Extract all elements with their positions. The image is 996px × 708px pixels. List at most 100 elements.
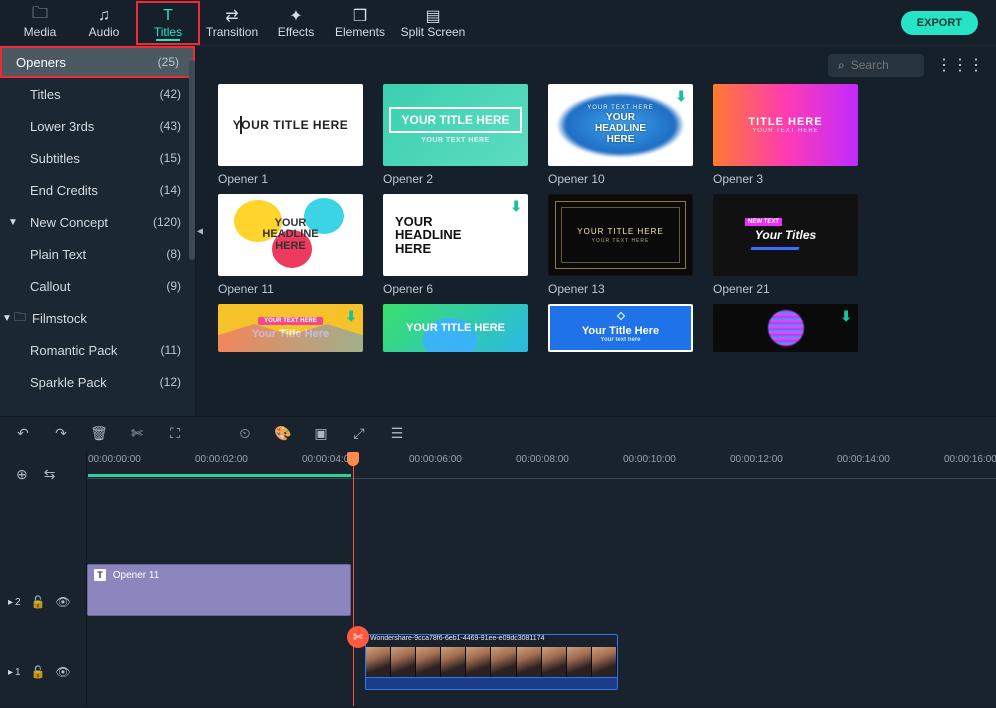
split-icon: ▤ — [425, 7, 440, 25]
sidebar-item-count: (43) — [160, 119, 181, 133]
thumbnail-grid: YOUR TITLE HERE Opener 1 YOUR TITLE HERE… — [196, 84, 996, 416]
track-header-2[interactable]: ▸2 🔓 👁 — [0, 582, 86, 622]
sidebar-item-count: (120) — [153, 215, 181, 229]
delete-icon[interactable]: 🗑 — [90, 425, 108, 442]
cut-icon[interactable]: ✄ — [128, 425, 146, 442]
template-row3-2[interactable]: YOUR TITLE HERE — [383, 304, 528, 352]
template-opener-13[interactable]: YOUR TITLE HERE YOUR TEXT HERE Opener 13 — [548, 194, 693, 296]
sidebar-item-filmstock[interactable]: ▼ 🗀 Filmstock — [0, 302, 195, 334]
video-clip[interactable]: Wondershare-9cca78f6-6eb1-4469-91ee-e09d… — [365, 634, 618, 690]
expand-icon[interactable]: ⤢ — [350, 425, 368, 442]
thumb-label: Opener 1 — [218, 172, 363, 186]
preview-range[interactable] — [88, 474, 351, 477]
tab-media[interactable]: 🗀 Media — [8, 1, 72, 45]
orb-icon — [768, 310, 804, 346]
thumb-label: Opener 3 — [713, 172, 858, 186]
timeline: ⊕ ⇆ ▸2 🔓 👁 ▸1 🔓 👁 00:00:00:00 00:00:02:0… — [0, 450, 996, 706]
sidebar-item-label: Lower 3rds — [30, 119, 94, 134]
sidebar-item-subtitles[interactable]: Subtitles (15) — [0, 142, 195, 174]
template-row3-4[interactable]: ⬇ — [713, 304, 858, 352]
speed-icon[interactable]: ⏲ — [236, 425, 254, 442]
sidebar-item-callout[interactable]: Callout (9) — [0, 270, 195, 302]
template-row3-3[interactable]: Your Title Here Your text here — [548, 304, 693, 352]
template-opener-11[interactable]: YOUR HEADLINE HERE Opener 11 — [218, 194, 363, 296]
thumb-title: Your Title Here — [582, 325, 659, 337]
tab-effects[interactable]: ✦ Effects — [264, 1, 328, 45]
sidebar-item-new-concept[interactable]: ▼ New Concept (120) — [0, 206, 195, 238]
sidebar-item-count: (9) — [166, 279, 181, 293]
visibility-icon[interactable]: 👁 — [56, 665, 71, 679]
sidebar-item-label: Romantic Pack — [30, 343, 117, 358]
track-header-1[interactable]: ▸1 🔓 👁 — [0, 652, 86, 692]
crop-icon[interactable]: ⛶ — [166, 425, 184, 442]
tab-split-screen[interactable]: ▤ Split Screen — [392, 1, 474, 45]
folder-icon: 🗀 — [32, 7, 48, 25]
chevron-down-icon: ▼ — [2, 313, 12, 324]
template-opener-21[interactable]: NEW TEXT Your Titles Opener 21 — [713, 194, 858, 296]
unlock-icon[interactable]: 🔓 — [31, 665, 46, 679]
template-row3-1[interactable]: ⬇ YOUR TEXT HERE Your Title Here — [218, 304, 363, 352]
search-box[interactable]: ⌕ — [828, 54, 924, 77]
export-button[interactable]: EXPORT — [901, 11, 978, 35]
split-indicator-icon[interactable]: ✄ — [347, 626, 369, 648]
sidebar-item-titles[interactable]: Titles (42) — [0, 78, 195, 110]
thumb-title: YOUR TITLE HERE YOUR TEXT HERE — [577, 227, 663, 244]
tab-elements[interactable]: ❒ Elements — [328, 1, 392, 45]
download-icon: ⬇ — [345, 308, 357, 325]
thumb-label: Opener 21 — [713, 282, 858, 296]
sidebar-item-romantic-pack[interactable]: Romantic Pack (11) — [0, 334, 195, 366]
visibility-icon[interactable]: 👁 — [56, 595, 71, 609]
template-opener-3[interactable]: TITLE HEREYOUR TEXT HERE Opener 3 — [713, 84, 858, 186]
sidebar-item-sparkle-pack[interactable]: Sparkle Pack (12) — [0, 366, 195, 398]
link-icon[interactable]: ⇆ — [44, 466, 56, 483]
sidebar-item-label: Plain Text — [30, 247, 86, 262]
tab-titles[interactable]: T Titles — [136, 1, 200, 45]
tab-label: Audio — [89, 25, 120, 39]
sidebar-item-count: (11) — [161, 343, 181, 357]
ruler-mark: 00:00:16:00 — [944, 454, 996, 465]
sidebar-item-end-credits[interactable]: End Credits (14) — [0, 174, 195, 206]
template-opener-1[interactable]: YOUR TITLE HERE Opener 1 — [218, 84, 363, 186]
unlock-icon[interactable]: 🔓 — [31, 595, 46, 609]
title-clip-opener-11[interactable]: T Opener 11 — [87, 564, 351, 616]
grid-view-icon[interactable]: ⋮⋮⋮ — [936, 55, 984, 75]
sidebar-item-plain-text[interactable]: Plain Text (8) — [0, 238, 195, 270]
thumb-title: YOUR TITLE HERE — [233, 118, 349, 132]
download-icon: ⬇ — [840, 308, 852, 325]
sidebar-scrollbar[interactable] — [189, 46, 195, 416]
sidebar-item-label: Callout — [30, 279, 70, 294]
search-input[interactable] — [851, 58, 911, 72]
download-icon: ⬇ — [675, 88, 687, 105]
sidebar-item-count: (25) — [158, 55, 179, 69]
title-clip-icon: T — [94, 569, 106, 581]
template-opener-6[interactable]: ⬇ YOUR HEADLINE HERE Opener 6 — [383, 194, 528, 296]
timeline-toolbar: ↶ ↷ 🗑 ✄ ⛶ ⏲ 🎨 ▣ ⤢ ☰ — [0, 416, 996, 450]
tab-audio[interactable]: ♫ Audio — [72, 1, 136, 45]
tab-transition[interactable]: ⇄ Transition — [200, 1, 264, 45]
track-headers: ⊕ ⇆ ▸2 🔓 👁 ▸1 🔓 👁 — [0, 450, 87, 706]
sidebar-item-label: Sparkle Pack — [30, 375, 107, 390]
shapes-icon: ❒ — [353, 7, 367, 25]
settings-icon[interactable]: ☰ — [388, 425, 406, 442]
time-ruler[interactable]: 00:00:00:00 00:00:02:00 00:00:04:00 00:0… — [87, 454, 996, 474]
thumb-label: Opener 11 — [218, 282, 363, 296]
sidebar-item-lower-3rds[interactable]: Lower 3rds (43) — [0, 110, 195, 142]
playhead[interactable] — [353, 453, 354, 706]
sidebar-item-count: (8) — [166, 247, 181, 261]
tab-label: Elements — [335, 25, 385, 39]
color-icon[interactable]: 🎨 — [274, 425, 292, 442]
sidebar-item-label: Filmstock — [32, 311, 87, 326]
green-screen-icon[interactable]: ▣ — [312, 425, 330, 442]
redo-icon[interactable]: ↷ — [52, 425, 70, 442]
ruler-mark: 00:00:02:00 — [195, 454, 248, 465]
timeline-body[interactable]: 00:00:00:00 00:00:02:00 00:00:04:00 00:0… — [87, 450, 996, 706]
template-opener-2[interactable]: YOUR TITLE HERE YOUR TEXT HERE Opener 2 — [383, 84, 528, 186]
undo-icon[interactable]: ↶ — [14, 425, 32, 442]
scrollbar-thumb[interactable] — [189, 60, 195, 260]
thumb-subtitle: YOUR TEXT HERE — [421, 137, 489, 144]
add-track-icon[interactable]: ⊕ — [16, 466, 28, 483]
sidebar-collapse-icon[interactable]: ◀ — [197, 227, 203, 236]
sidebar-item-openers[interactable]: Openers (25) — [0, 46, 195, 78]
sidebar-item-count: (12) — [160, 375, 181, 389]
template-opener-10[interactable]: ⬇ YOUR TEXT HERE YOUR HEADLINE HERE Open… — [548, 84, 693, 186]
